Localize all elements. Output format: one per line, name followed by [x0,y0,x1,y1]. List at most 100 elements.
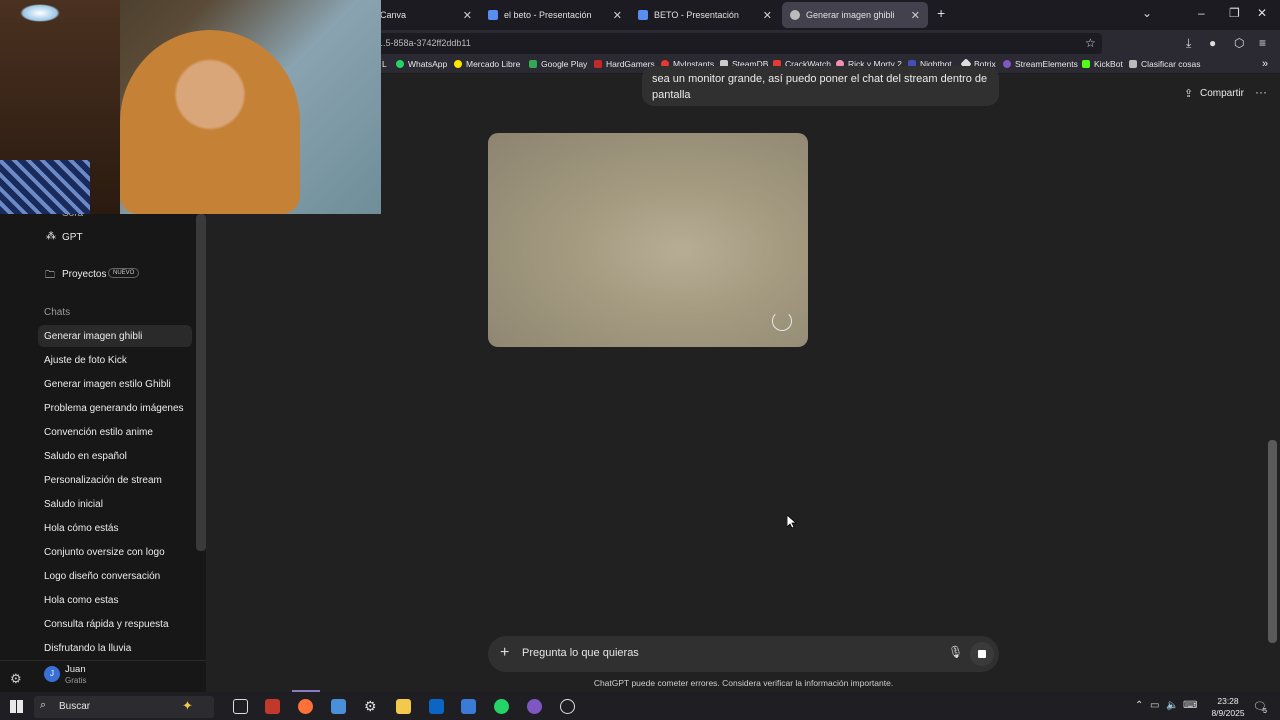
taskbar-search[interactable]: ⌕ Buscar ✦ [34,696,214,718]
firefox-icon[interactable] [298,699,313,714]
search-label: Buscar [59,701,91,712]
sparkle-icon: ✦ [182,698,193,713]
bookmark-hardgamers[interactable]: HardGamers [594,59,655,69]
image-generation-placeholder [488,133,808,347]
menu-icon[interactable]: ≡ [1259,36,1266,50]
windows-start-icon[interactable] [10,700,23,713]
chat-item[interactable]: Logo diseño conversación [44,571,160,582]
chat-item[interactable]: Consulta rápida y respuesta [44,619,169,630]
bookmark-mercado-libre[interactable]: Mercado Libre [454,59,520,69]
app-icon[interactable] [265,699,280,714]
chat-item[interactable]: Problema generando imágenes [44,403,184,414]
user-profile[interactable] [0,660,206,692]
close-tab-icon[interactable]: ✕ [613,9,622,22]
user-message-line: sea un monitor grande, así puedo poner e… [652,73,989,85]
tab-title: BETO - Presentación [654,10,739,20]
outlook-icon[interactable] [429,699,444,714]
chats-header: Chats [44,307,71,318]
add-attachment-icon[interactable]: + [500,644,509,662]
streamelements-icon [1003,60,1011,68]
clock-date[interactable]: 8/9/2025 [1203,708,1253,718]
stop-icon [978,650,986,658]
bookmark-whatsapp[interactable]: WhatsApp [396,59,447,69]
mouse-cursor-icon [787,515,797,529]
chat-item[interactable]: Hola como estas [44,595,118,606]
restore-icon[interactable]: ❐ [1229,6,1240,20]
tab-beto[interactable]: BETO - Presentación ✕ [630,2,780,28]
webcam-overlay [0,0,381,214]
chat-item[interactable]: Ajuste de foto Kick [44,355,127,366]
keyboard-icon[interactable]: ⌨ [1183,700,1197,711]
composer-input[interactable]: Pregunta lo que quieras [522,647,639,659]
task-view-icon[interactable] [233,699,248,714]
whatsapp-icon[interactable] [494,699,509,714]
tab-title: Generar imagen ghibli [806,10,895,20]
kickbot-icon [1082,60,1090,68]
more-options-icon[interactable]: ··· [1255,85,1267,99]
close-window-icon[interactable]: ✕ [1257,6,1267,20]
settings-icon[interactable]: ⚙ [364,699,379,714]
slides-icon [638,10,648,20]
share-button[interactable]: Compartir [1200,88,1244,99]
close-tab-icon[interactable]: ✕ [463,9,472,22]
share-icon[interactable]: ⇪ [1184,87,1193,100]
chat-item[interactable]: Hola cómo estás [44,523,118,534]
clock-time[interactable]: 23:28 [1208,696,1248,706]
close-tab-icon[interactable]: ✕ [763,9,772,22]
settings-gear-icon[interactable]: ⚙ [10,671,22,687]
app-icon[interactable] [527,699,542,714]
app-icon[interactable] [461,699,476,714]
network-icon[interactable]: ▭ [1150,700,1159,711]
chat-item[interactable]: Generar imagen ghibli [44,331,142,342]
disclaimer-text: ChatGPT puede cometer errores. Considera… [593,678,894,688]
sidebar-item-gpt[interactable]: GPT [62,232,83,243]
webcam-blanket [0,160,90,214]
store-icon[interactable] [331,699,346,714]
bookmark-streamelements[interactable]: StreamElements [1003,59,1078,69]
main-scrollbar[interactable] [1268,440,1277,643]
bookmark-star-icon[interactable]: ☆ [1085,36,1096,50]
hardgamers-icon [594,60,602,68]
bookmark-l[interactable]: L [382,59,387,69]
bookmark-google-play[interactable]: Google Play [529,59,587,69]
tab-canva[interactable]: Canva ✕ [372,2,480,28]
avatar: J [44,666,60,682]
account-icon[interactable]: ● [1209,36,1216,50]
minimize-icon[interactable]: – [1198,6,1205,20]
gpt-grid-icon: ⁂ [46,231,56,242]
chat-item[interactable]: Conjunto oversize con logo [44,547,165,558]
chat-item[interactable]: Generar imagen estilo Ghibli [44,379,171,390]
url-text: ...5-858a-3742ff2ddb11 [378,38,471,48]
google-play-icon [529,60,537,68]
volume-icon[interactable]: 🔈 [1166,700,1178,711]
download-icon[interactable]: ⤓ [1186,36,1191,51]
mercado-libre-icon [454,60,462,68]
obs-icon[interactable] [560,699,575,714]
tab-list-chevron-icon[interactable]: ⌄ [1142,6,1152,20]
chat-item[interactable]: Disfrutando la lluvia [44,643,131,654]
chat-item[interactable]: Personalización de stream [44,475,162,486]
new-tab-icon[interactable]: + [937,5,945,21]
sidebar-scrollbar[interactable] [196,214,206,551]
bookmark-clasificar-cosas[interactable]: Clasificar cosas [1129,59,1201,69]
tray-chevron-icon[interactable]: ⌃ [1135,700,1143,711]
tab-generar-imagen-ghibli[interactable]: Generar imagen ghibli ✕ [782,2,928,28]
close-tab-icon[interactable]: ✕ [911,9,920,22]
chat-item[interactable]: Saludo en español [44,451,127,462]
loading-spinner-icon [772,311,792,331]
extensions-icon[interactable]: ⬡ [1234,36,1244,50]
bookmarks-overflow-icon[interactable]: » [1262,58,1268,70]
user-name: Juan [65,664,86,675]
tab-title: Canva [380,10,407,20]
url-bar[interactable]: ...5-858a-3742ff2ddb11 [372,33,1102,54]
microphone-icon[interactable]: 🎙 [948,645,963,659]
chat-item[interactable]: Convención estilo anime [44,427,153,438]
active-app-indicator [292,690,320,692]
file-explorer-icon[interactable] [396,699,411,714]
bookmark-kickbot[interactable]: KickBot [1082,59,1123,69]
tab-el-beto[interactable]: el beto - Presentación ✕ [480,2,630,28]
new-badge: NUEVO [108,268,140,278]
chat-item[interactable]: Saludo inicial [44,499,103,510]
sidebar-item-proyectos[interactable]: Proyectos [62,269,106,280]
chat-composer[interactable]: + Pregunta lo que quieras 🎙 [488,636,999,672]
